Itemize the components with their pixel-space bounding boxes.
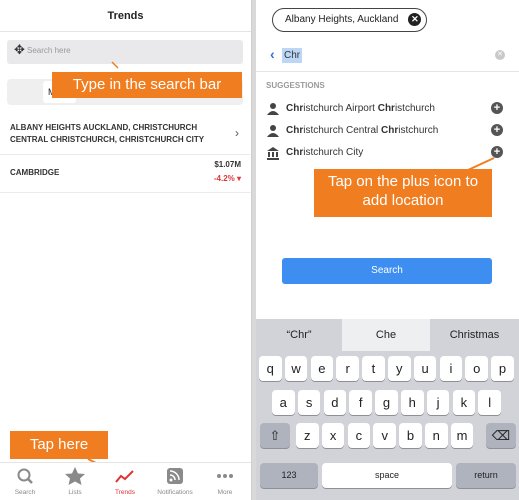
trend-line-icon (115, 470, 134, 483)
key-w[interactable]: w (284, 356, 308, 381)
tab-label: More (217, 489, 233, 496)
star-icon (65, 467, 85, 485)
key-r[interactable]: r (336, 356, 359, 381)
predictive-bar: “Chr” Che Christmas (256, 319, 519, 351)
key-b[interactable]: b (399, 423, 422, 448)
tab-label: Notifications (157, 489, 193, 496)
key-s[interactable]: s (297, 390, 321, 415)
tab-search[interactable]: Search (0, 463, 50, 500)
key-o[interactable]: o (465, 356, 488, 381)
key-c[interactable]: c (347, 423, 371, 448)
search-button[interactable]: Search (282, 258, 492, 284)
key-z[interactable]: z (296, 423, 319, 448)
key-j[interactable]: j (426, 390, 450, 415)
key-v[interactable]: v (373, 423, 396, 448)
shift-key[interactable]: ⇧ (260, 423, 290, 448)
tab-lists[interactable]: Lists (50, 463, 100, 500)
tab-label: Search (14, 489, 36, 496)
key-h[interactable]: h (401, 390, 424, 415)
key-f[interactable]: f (349, 390, 372, 415)
prediction-2[interactable]: Che (342, 319, 430, 351)
key-x[interactable]: x (321, 423, 345, 448)
key-i[interactable]: i (439, 356, 463, 381)
left-screen: Trends ✥ Search here M ALBANY HEIGHTS AU… (0, 0, 252, 500)
search-icon (17, 468, 33, 484)
key-d[interactable]: d (323, 390, 347, 415)
tab-label: Lists (68, 489, 82, 496)
rss-icon (167, 468, 183, 484)
key-k[interactable]: k (452, 390, 476, 415)
tab-notifications[interactable]: Notifications (150, 463, 200, 500)
space-key[interactable]: space (322, 463, 452, 488)
arrow-indicator (87, 61, 119, 472)
tab-label: Trends (115, 489, 135, 496)
key-p[interactable]: p (491, 356, 514, 381)
tab-bar: Search Lists Trends Notifications More (0, 462, 251, 500)
more-dots-icon (217, 474, 233, 478)
key-u[interactable]: u (413, 356, 437, 381)
numbers-key[interactable]: 123 (260, 463, 318, 488)
tab-more[interactable]: More (200, 463, 250, 500)
tab-trends[interactable]: Trends (100, 463, 150, 500)
key-e[interactable]: e (310, 356, 334, 381)
arrow-indicator (467, 157, 495, 171)
key-a[interactable]: a (272, 390, 295, 415)
key-y[interactable]: y (388, 356, 411, 381)
prediction-3[interactable]: Christmas (430, 319, 519, 351)
prediction-1[interactable]: “Chr” (256, 319, 342, 351)
key-m[interactable]: m (450, 423, 474, 448)
key-t[interactable]: t (362, 356, 385, 381)
key-g[interactable]: g (375, 390, 398, 415)
right-screen: Albany Heights, Auckland ✕ ‹ Chr ✕ SUGGE… (256, 0, 519, 500)
key-q[interactable]: q (259, 356, 282, 381)
return-key[interactable]: return (456, 463, 516, 488)
keyboard: “Chr” Che Christmas ⇧ ⌫ 123 space return… (256, 319, 519, 500)
key-l[interactable]: l (478, 390, 501, 415)
backspace-key[interactable]: ⌫ (486, 423, 516, 448)
key-n[interactable]: n (425, 423, 448, 448)
